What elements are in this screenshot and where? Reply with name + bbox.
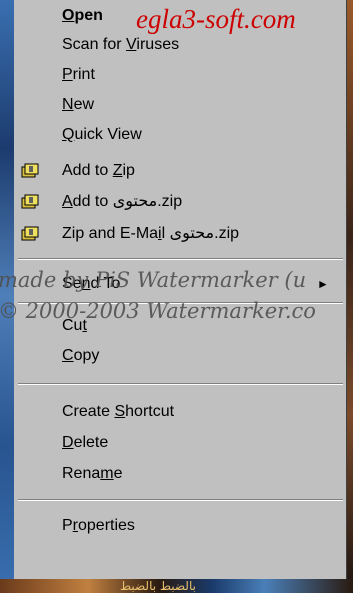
menu-item-add-to-zip-label: Add to Zip [62, 162, 135, 179]
menu-item-delete[interactable]: Delete [14, 429, 344, 457]
menu-item-open[interactable]: Open [14, 2, 344, 30]
menu-item-copy[interactable]: Copy [14, 342, 344, 370]
background-left-strip [0, 0, 14, 593]
menu-item-new[interactable]: New [14, 91, 344, 119]
menu-separator [18, 302, 343, 304]
menu-item-scan-viruses-label: Scan for Viruses [62, 36, 180, 53]
menu-item-zip-and-email[interactable]: Zip and E-Mail محتوى.zip [14, 220, 344, 248]
menu-item-rename-label: Rename [62, 465, 123, 482]
menu-item-properties[interactable]: Properties [14, 512, 344, 540]
menu-separator [18, 499, 343, 501]
menu-item-add-to-named-zip-label: Add to محتوى.zip [62, 193, 183, 210]
winzip-icon [21, 194, 39, 209]
menu-item-scan-viruses[interactable]: Scan for Viruses [14, 31, 344, 59]
menu-item-zip-and-email-label: Zip and E-Mail محتوى.zip [62, 225, 240, 242]
menu-item-add-to-zip[interactable]: Add to Zip [14, 157, 344, 185]
menu-item-quick-view-label: Quick View [62, 126, 142, 143]
background-bottom-text: بالضبط بالضبط [120, 579, 196, 593]
menu-separator [18, 258, 343, 260]
menu-separator [18, 383, 343, 385]
menu-item-cut-label: Cut [62, 317, 87, 334]
menu-item-new-label: New [62, 96, 95, 113]
menu-item-create-shortcut[interactable]: Create Shortcut [14, 398, 344, 426]
menu-item-send-to-label: Send To [62, 275, 121, 292]
menu-item-add-to-named-zip[interactable]: Add to محتوى.zip [14, 188, 344, 216]
background-bottom-strip: بالضبط بالضبط [0, 579, 353, 593]
context-menu: Open Scan for Viruses Print New Quick Vi… [14, 0, 347, 579]
menu-item-rename[interactable]: Rename [14, 460, 344, 488]
menu-item-create-shortcut-label: Create Shortcut [62, 403, 175, 420]
menu-item-print[interactable]: Print [14, 61, 344, 89]
menu-item-properties-label: Properties [62, 517, 135, 534]
background-right-strip [347, 0, 353, 593]
winzip-icon [21, 163, 39, 178]
menu-item-quick-view[interactable]: Quick View [14, 121, 344, 149]
menu-item-cut[interactable]: Cut [14, 312, 344, 340]
submenu-arrow-icon: ► [317, 277, 329, 291]
menu-item-open-label: Open [62, 7, 103, 24]
menu-item-print-label: Print [62, 66, 95, 83]
menu-item-copy-label: Copy [62, 347, 100, 364]
menu-item-send-to[interactable]: Send To ► [14, 270, 344, 298]
menu-item-delete-label: Delete [62, 434, 109, 451]
winzip-icon [21, 226, 39, 241]
